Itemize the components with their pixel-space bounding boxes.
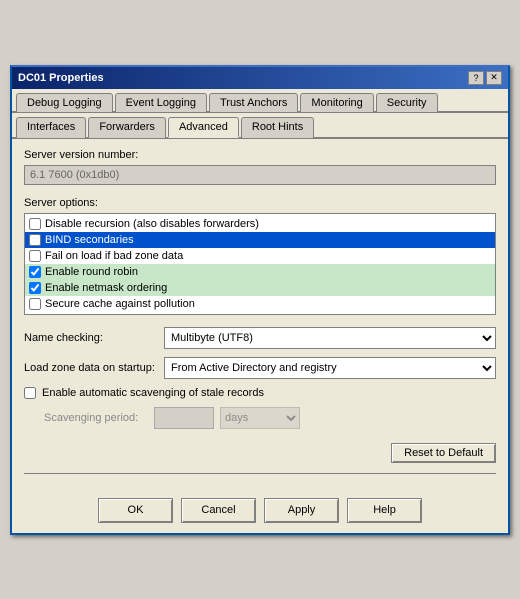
load-zone-row: Load zone data on startup: From Active D…	[24, 357, 496, 379]
option-item[interactable]: Enable round robin	[25, 264, 495, 280]
scavenging-period-select: dayshours	[220, 407, 300, 429]
tab-row-1: Debug LoggingEvent LoggingTrust AnchorsM…	[12, 89, 508, 113]
option-checkbox-1[interactable]	[29, 234, 41, 246]
divider	[24, 473, 496, 474]
option-item[interactable]: Enable netmask ordering	[25, 280, 495, 296]
content-area: Server version number: 6.1 7600 (0x1db0)…	[12, 139, 508, 490]
server-version-label: Server version number:	[24, 149, 496, 161]
load-zone-select[interactable]: From Active Directory and registryFrom r…	[164, 357, 496, 379]
option-item[interactable]: Fail on load if bad zone data	[25, 248, 495, 264]
server-options-list: Disable recursion (also disables forward…	[24, 213, 496, 315]
server-options-label: Server options:	[24, 197, 496, 209]
reset-btn-row: Reset to Default	[24, 443, 496, 463]
cancel-button[interactable]: Cancel	[181, 498, 256, 523]
option-item[interactable]: Secure cache against pollution	[25, 296, 495, 312]
option-item[interactable]: BIND secondaries	[25, 232, 495, 248]
tab-monitoring[interactable]: Monitoring	[300, 93, 373, 112]
name-checking-row: Name checking: Multibyte (UTF8)Strict RF…	[24, 327, 496, 349]
server-version-value: 6.1 7600 (0x1db0)	[24, 165, 496, 185]
tab-advanced[interactable]: Advanced	[168, 117, 239, 138]
option-label-3: Enable round robin	[45, 266, 138, 278]
option-label-1: BIND secondaries	[45, 234, 134, 246]
ok-button[interactable]: OK	[98, 498, 173, 523]
option-label-4: Enable netmask ordering	[45, 282, 167, 294]
tab-debug-logging[interactable]: Debug Logging	[16, 93, 113, 112]
load-zone-label: Load zone data on startup:	[24, 362, 164, 374]
window-title: DC01 Properties	[18, 72, 104, 84]
option-item[interactable]: Disable recursion (also disables forward…	[25, 216, 495, 232]
name-checking-label: Name checking:	[24, 332, 164, 344]
option-label-0: Disable recursion (also disables forward…	[45, 218, 259, 230]
option-label-5: Secure cache against pollution	[45, 298, 195, 310]
title-bar: DC01 Properties ? ✕	[12, 67, 508, 89]
tab-trust-anchors[interactable]: Trust Anchors	[209, 93, 298, 112]
name-checking-select[interactable]: Multibyte (UTF8)Strict RFC (ANSI)Non RFC…	[164, 327, 496, 349]
tab-event-logging[interactable]: Event Logging	[115, 93, 207, 112]
scavenging-period-row: Scavenging period: 0 dayshours	[24, 407, 496, 429]
close-title-button[interactable]: ✕	[486, 71, 502, 85]
option-checkbox-3[interactable]	[29, 266, 41, 278]
reset-to-default-button[interactable]: Reset to Default	[391, 443, 496, 463]
scavenging-period-input: 0	[154, 407, 214, 429]
title-bar-buttons: ? ✕	[468, 71, 502, 85]
option-checkbox-2[interactable]	[29, 250, 41, 262]
apply-button[interactable]: Apply	[264, 498, 339, 523]
option-checkbox-0[interactable]	[29, 218, 41, 230]
scavenging-enable-row: Enable automatic scavenging of stale rec…	[24, 387, 496, 399]
bottom-buttons: OK Cancel Apply Help	[12, 490, 508, 533]
scavenging-enable-label: Enable automatic scavenging of stale rec…	[42, 387, 264, 399]
option-checkbox-5[interactable]	[29, 298, 41, 310]
scavenging-checkbox[interactable]	[24, 387, 36, 399]
scavenging-period-label: Scavenging period:	[44, 412, 154, 424]
help-title-button[interactable]: ?	[468, 71, 484, 85]
properties-window: DC01 Properties ? ✕ Debug LoggingEvent L…	[10, 65, 510, 535]
option-checkbox-4[interactable]	[29, 282, 41, 294]
tab-security[interactable]: Security	[376, 93, 438, 112]
tab-forwarders[interactable]: Forwarders	[88, 117, 166, 138]
help-button[interactable]: Help	[347, 498, 422, 523]
tab-interfaces[interactable]: Interfaces	[16, 117, 86, 138]
option-label-2: Fail on load if bad zone data	[45, 250, 183, 262]
tab-root-hints[interactable]: Root Hints	[241, 117, 314, 138]
tab-row-2: InterfacesForwardersAdvancedRoot Hints	[12, 113, 508, 139]
